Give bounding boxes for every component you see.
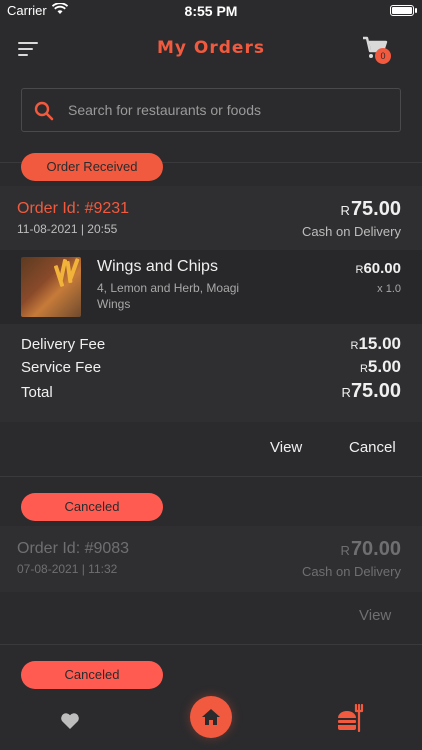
order-amount: R70.00 — [341, 538, 401, 561]
currency-symbol: R — [341, 385, 351, 400]
battery-icon — [390, 5, 414, 16]
divider — [0, 644, 422, 645]
home-icon — [202, 709, 220, 725]
order-id: Order Id: #9231 — [17, 200, 130, 217]
order-card: Order Id: #9231 11-08-2021 | 20:55 R75.0… — [0, 186, 422, 422]
item-quantity: x 1.0 — [377, 283, 401, 295]
battery-tip — [415, 8, 417, 13]
service-fee-value: R5.00 — [360, 357, 401, 377]
order-card: Order Id: #9083 07-08-2021 | 11:32 R70.0… — [0, 526, 422, 592]
home-tab-button[interactable] — [190, 696, 232, 738]
item-price: R60.00 — [356, 260, 402, 277]
view-order-button[interactable]: View — [270, 439, 302, 456]
delivery-fee-label: Delivery Fee — [21, 336, 106, 353]
total-amount: 75.00 — [350, 380, 401, 402]
order-status-badge: Canceled — [21, 661, 163, 689]
total-value: R75.00 — [342, 380, 401, 403]
payment-method: Cash on Delivery — [302, 224, 401, 239]
item-description: 4, Lemon and Herb, Moagi Wings — [97, 281, 240, 311]
order-date: 07-08-2021 | 11:32 — [17, 562, 118, 576]
order-amount: R75.00 — [341, 198, 401, 221]
view-order-button[interactable]: View — [359, 607, 391, 624]
order-id: Order Id: #9083 — [17, 540, 130, 557]
currency-symbol: R — [340, 543, 350, 558]
food-icon[interactable] — [336, 704, 366, 732]
tab-bar — [0, 694, 422, 750]
order-item-row[interactable]: Wings and Chips 4, Lemon and Herb, Moagi… — [0, 250, 422, 324]
nav-bar: My Orders 0 — [0, 22, 422, 78]
currency-symbol: R — [340, 203, 350, 218]
item-price-value: 60.00 — [363, 260, 401, 277]
page-title: My Orders — [157, 38, 265, 58]
order-status-badge: Canceled — [21, 493, 163, 521]
service-fee-label: Service Fee — [21, 359, 102, 376]
search-bar[interactable] — [21, 88, 401, 132]
cancel-order-button[interactable]: Cancel — [349, 439, 396, 456]
currency-symbol: R — [359, 363, 368, 375]
payment-method: Cash on Delivery — [302, 564, 401, 579]
total-label: Total — [21, 384, 53, 401]
order-date: 11-08-2021 | 20:55 — [17, 222, 118, 236]
delivery-fee-amount: 15.00 — [358, 334, 401, 353]
service-fee-amount: 5.00 — [367, 357, 401, 376]
status-bar: Carrier 8:55 PM — [0, 0, 422, 22]
cart-count-badge: 0 — [375, 48, 391, 64]
heart-icon[interactable] — [60, 712, 80, 730]
item-name: Wings and Chips — [97, 258, 218, 275]
search-icon — [34, 101, 54, 121]
search-input[interactable] — [68, 89, 388, 131]
amount-value: 70.00 — [350, 538, 401, 560]
clock: 8:55 PM — [184, 3, 238, 19]
cart-button[interactable]: 0 — [362, 36, 394, 66]
food-image — [21, 257, 81, 317]
delivery-fee-value: R15.00 — [351, 334, 402, 354]
order-status-badge: Order Received — [21, 153, 163, 181]
amount-value: 75.00 — [350, 198, 401, 220]
divider — [0, 476, 422, 477]
